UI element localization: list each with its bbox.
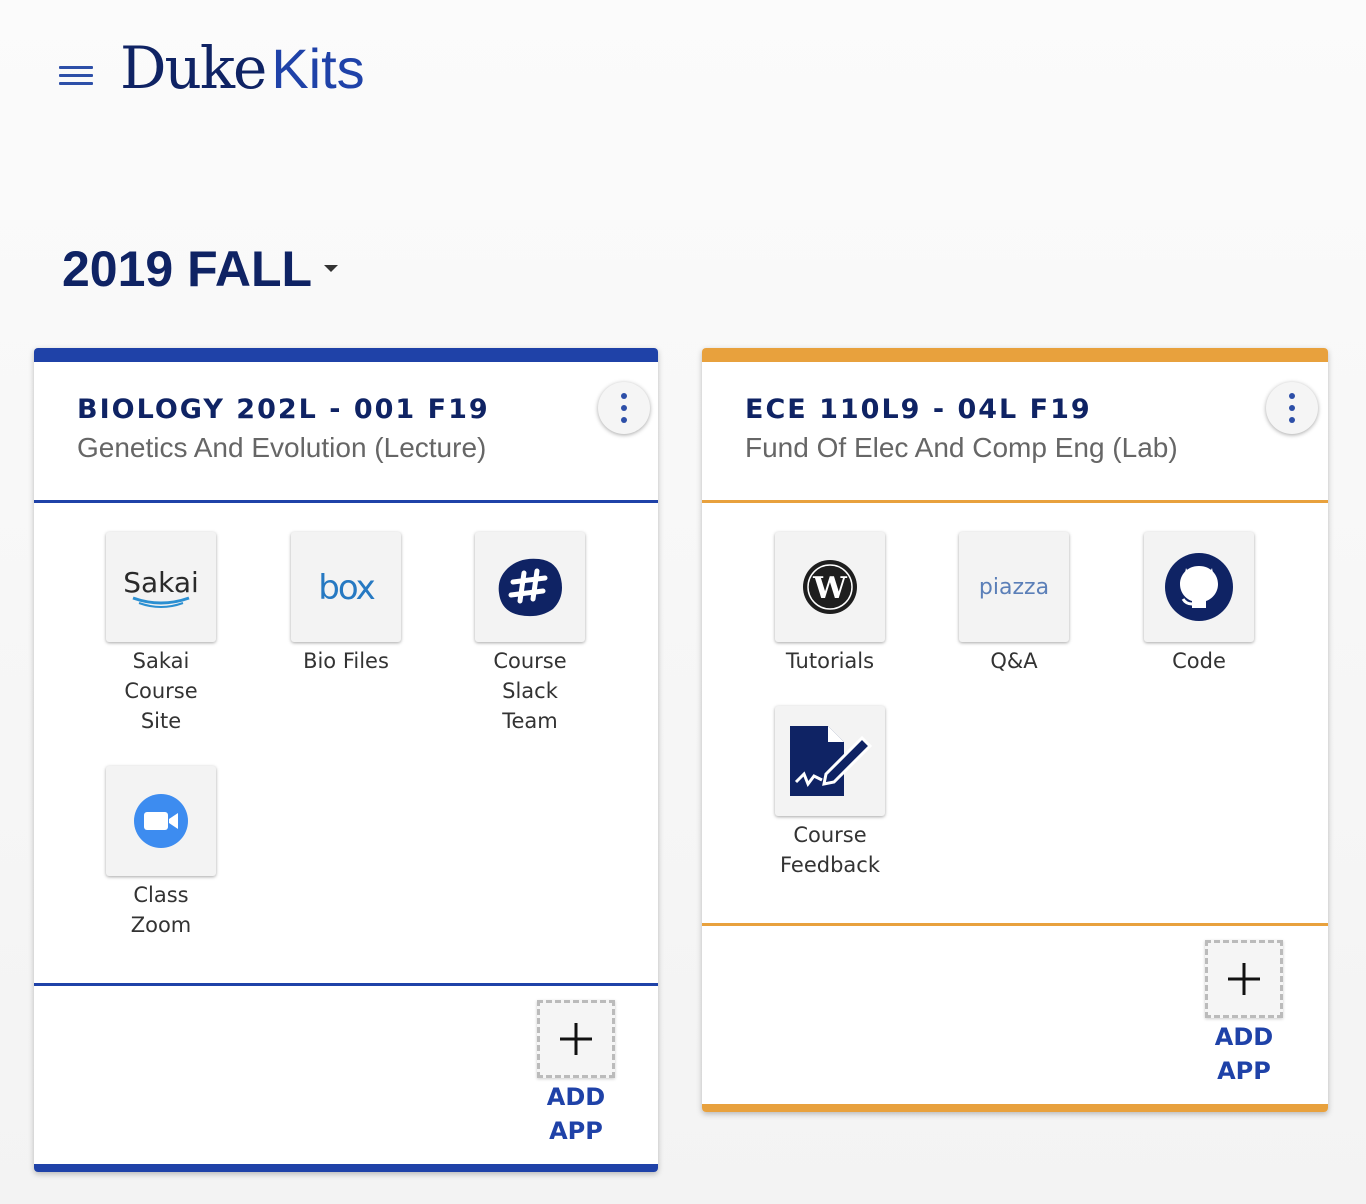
feedback-form-icon [790, 726, 872, 796]
app-grid: W Tutorials piazza Q&A Code Course Feedb… [702, 503, 1328, 923]
app-tile: piazza [959, 532, 1069, 642]
logo-kits-text: Kits [271, 37, 365, 100]
term-label: 2019 FALL [62, 241, 313, 297]
plus-icon [1228, 963, 1260, 995]
app-grid: Sakai Sakai Course Site box Bio Files Co… [34, 503, 658, 983]
svg-text:W: W [812, 571, 848, 606]
kebab-dot-icon [1289, 393, 1295, 399]
app-tile [1144, 532, 1254, 642]
course-menu-button[interactable] [1266, 382, 1318, 434]
dukekits-logo[interactable]: Duke Kits [120, 34, 365, 104]
kebab-dot-icon [621, 405, 627, 411]
card-footer: ADD APP [34, 986, 658, 1166]
add-app-button[interactable]: ADD APP [521, 1000, 631, 1148]
card-top-bar [702, 348, 1328, 362]
app-tile [475, 532, 585, 642]
kebab-dot-icon [1289, 417, 1295, 423]
svg-text:Sakai: Sakai [123, 566, 199, 599]
add-app-button[interactable]: ADD APP [1189, 940, 1299, 1088]
app-header: Duke Kits [0, 0, 1366, 140]
card-bottom-bar [702, 1104, 1328, 1112]
wordpress-icon: W [803, 560, 857, 614]
course-card-biology: BIOLOGY 202L - 001 F19 Genetics And Evol… [34, 348, 658, 1172]
add-app-label: ADD APP [1214, 1023, 1274, 1085]
app-label: Tutorials [785, 649, 875, 673]
app-wordpress[interactable]: W Tutorials [755, 532, 905, 676]
sakai-icon: Sakai [123, 566, 199, 608]
box-icon: box [318, 568, 377, 608]
app-tile [106, 766, 216, 876]
app-label: Class Zoom [130, 883, 192, 937]
github-icon [1165, 553, 1233, 621]
app-piazza[interactable]: piazza Q&A [939, 532, 1089, 676]
app-box[interactable]: box Bio Files [271, 532, 421, 676]
piazza-icon: piazza [979, 575, 1049, 600]
kebab-dot-icon [621, 417, 627, 423]
plus-icon [560, 1023, 592, 1055]
app-label: Course Slack Team [493, 649, 567, 733]
course-title: Fund Of Elec And Comp Eng (Lab) [745, 432, 1178, 463]
slack-icon [498, 558, 562, 617]
app-label: Sakai Course Site [124, 649, 198, 733]
app-label: Bio Files [303, 649, 389, 673]
zoom-icon [134, 794, 188, 848]
course-menu-button[interactable] [598, 382, 650, 434]
add-app-label: ADD APP [546, 1083, 606, 1145]
app-tile: W [775, 532, 885, 642]
caret-down-icon [324, 265, 339, 273]
term-selector[interactable]: 2019 FALL [62, 240, 339, 298]
app-sakai[interactable]: Sakai Sakai Course Site [86, 532, 236, 736]
course-card-ece: ECE 110L9 - 04L F19 Fund Of Elec And Com… [702, 348, 1328, 1112]
course-code: ECE 110L9 - 04L F19 [745, 394, 1092, 425]
svg-text:box: box [318, 568, 375, 608]
add-tile [537, 1000, 615, 1078]
card-top-bar [34, 348, 658, 362]
svg-text:piazza: piazza [979, 575, 1049, 600]
app-github[interactable]: Code [1124, 532, 1274, 676]
card-footer: ADD APP [702, 926, 1328, 1106]
hamburger-menu-icon[interactable] [59, 66, 93, 90]
course-title: Genetics And Evolution (Lecture) [77, 432, 487, 463]
kebab-dot-icon [621, 393, 627, 399]
course-code: BIOLOGY 202L - 001 F19 [77, 394, 490, 425]
kebab-dot-icon [1289, 405, 1295, 411]
card-bottom-bar [34, 1164, 658, 1172]
course-header: BIOLOGY 202L - 001 F19 Genetics And Evol… [34, 362, 658, 500]
app-zoom[interactable]: Class Zoom [86, 766, 236, 940]
logo-duke-text: Duke [120, 34, 267, 102]
app-tile: Sakai [106, 532, 216, 642]
app-tile: box [291, 532, 401, 642]
app-tile [775, 706, 885, 816]
app-label: Code [1172, 649, 1226, 673]
app-label: Q&A [990, 649, 1038, 673]
add-tile [1205, 940, 1283, 1018]
course-header: ECE 110L9 - 04L F19 Fund Of Elec And Com… [702, 362, 1328, 500]
app-feedback[interactable]: Course Feedback [755, 706, 905, 880]
app-slack[interactable]: Course Slack Team [455, 532, 605, 736]
app-label: Course Feedback [779, 823, 880, 877]
